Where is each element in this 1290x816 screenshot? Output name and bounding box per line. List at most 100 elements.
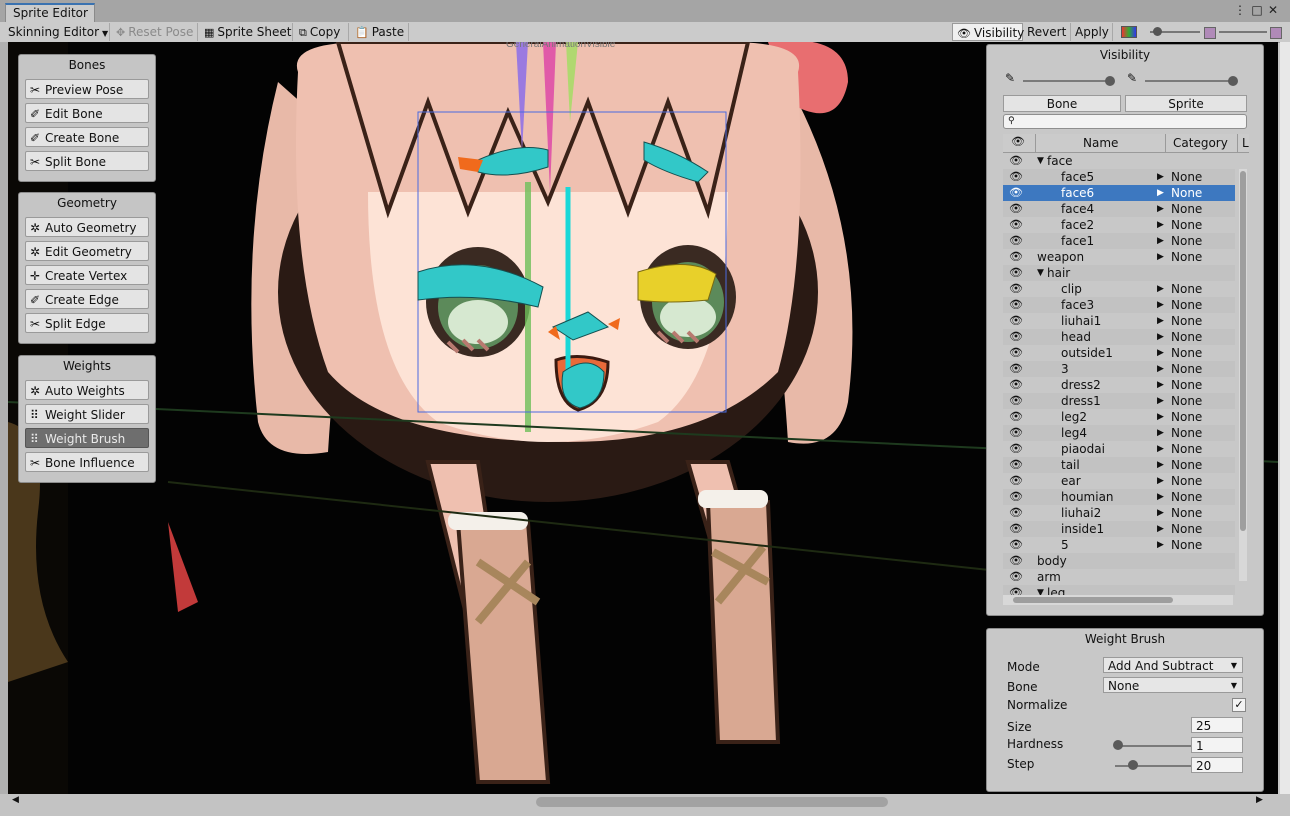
scroll-left-icon[interactable]: ◀: [12, 795, 19, 805]
visibility-horizontal-scrollbar[interactable]: [1003, 595, 1233, 605]
tree-row[interactable]: 👁 head ▶ None: [1003, 329, 1235, 345]
category-arrow-icon[interactable]: ▶: [1157, 393, 1164, 409]
tree-row[interactable]: 👁 inside1 ▶ None: [1003, 521, 1235, 537]
category-arrow-icon[interactable]: ▶: [1157, 233, 1164, 249]
tree-row[interactable]: 👁 face5 ▶ None: [1003, 169, 1235, 185]
eye-column-icon[interactable]: 👁: [1011, 135, 1025, 148]
tree-row[interactable]: 👁 leg2 ▶ None: [1003, 409, 1235, 425]
eye-icon[interactable]: 👁: [1009, 457, 1027, 473]
eye-icon[interactable]: 👁: [1009, 473, 1027, 489]
tree-row[interactable]: 👁 body: [1003, 553, 1235, 569]
horizontal-scroll-thumb[interactable]: [1013, 597, 1173, 603]
tree-row[interactable]: 👁 ear ▶ None: [1003, 473, 1235, 489]
eye-icon[interactable]: 👁: [1009, 361, 1027, 377]
column-l[interactable]: L: [1242, 136, 1249, 150]
weight-slider-button[interactable]: ⠿ Weight Slider: [25, 404, 149, 424]
copy-button[interactable]: ⧉ Copy: [295, 23, 349, 41]
eye-icon[interactable]: 👁: [1009, 505, 1027, 521]
bone-opacity-handle[interactable]: [1105, 76, 1115, 86]
bone-dropdown-field[interactable]: None ▼: [1103, 677, 1243, 693]
visibility-vertical-scrollbar[interactable]: [1239, 169, 1247, 581]
eye-icon[interactable]: 👁: [1009, 153, 1027, 169]
eye-icon[interactable]: 👁: [1009, 441, 1027, 457]
eye-icon[interactable]: 👁: [1009, 521, 1027, 537]
eye-icon[interactable]: 👁: [1009, 201, 1027, 217]
eye-icon[interactable]: 👁: [1009, 409, 1027, 425]
tree-row[interactable]: 👁 face4 ▶ None: [1003, 201, 1235, 217]
eye-icon[interactable]: 👁: [1009, 185, 1027, 201]
create-vertex-button[interactable]: ✛ Create Vertex: [25, 265, 149, 285]
expand-arrow-icon[interactable]: ▼: [1037, 265, 1044, 281]
category-arrow-icon[interactable]: ▶: [1157, 361, 1164, 377]
category-arrow-icon[interactable]: ▶: [1157, 441, 1164, 457]
mode-dropdown-field[interactable]: Add And Subtract ▼: [1103, 657, 1243, 673]
eye-icon[interactable]: 👁: [1009, 297, 1027, 313]
mesh-opacity-handle[interactable]: [1228, 76, 1238, 86]
tree-row[interactable]: 👁 leg4 ▶ None: [1003, 425, 1235, 441]
tree-row-category[interactable]: None: [1171, 505, 1202, 521]
tree-row[interactable]: 👁 face6 ▶ None: [1003, 185, 1235, 201]
category-arrow-icon[interactable]: ▶: [1157, 377, 1164, 393]
close-icon[interactable]: ✕: [1266, 3, 1280, 17]
tree-row-category[interactable]: None: [1171, 457, 1202, 473]
category-arrow-icon[interactable]: ▶: [1157, 345, 1164, 361]
eye-icon[interactable]: 👁: [1009, 233, 1027, 249]
paste-button[interactable]: 📋 Paste: [351, 23, 409, 41]
eye-icon[interactable]: 👁: [1009, 377, 1027, 393]
create-bone-button[interactable]: ✐ Create Bone: [25, 127, 149, 147]
revert-button[interactable]: Revert: [1023, 23, 1071, 41]
tree-row-category[interactable]: None: [1171, 441, 1202, 457]
category-arrow-icon[interactable]: ▶: [1157, 521, 1164, 537]
eye-icon[interactable]: 👁: [1009, 553, 1027, 569]
eye-icon[interactable]: 👁: [1009, 169, 1027, 185]
create-edge-button[interactable]: ✐ Create Edge: [25, 289, 149, 309]
category-arrow-icon[interactable]: ▶: [1157, 457, 1164, 473]
tree-row[interactable]: 👁 3 ▶ None: [1003, 361, 1235, 377]
tree-row-category[interactable]: None: [1171, 489, 1202, 505]
tree-row-category[interactable]: None: [1171, 185, 1202, 201]
split-bone-button[interactable]: ✂ Split Bone: [25, 151, 149, 171]
tree-row[interactable]: 👁 clip ▶ None: [1003, 281, 1235, 297]
edit-geometry-button[interactable]: ✲ Edit Geometry: [25, 241, 149, 261]
tree-row[interactable]: 👁 houmian ▶ None: [1003, 489, 1235, 505]
tree-row-category[interactable]: None: [1171, 409, 1202, 425]
edit-bone-button[interactable]: ✐ Edit Bone: [25, 103, 149, 123]
tree-row-category[interactable]: None: [1171, 281, 1202, 297]
category-arrow-icon[interactable]: ▶: [1157, 217, 1164, 233]
category-arrow-icon[interactable]: ▶: [1157, 409, 1164, 425]
tree-row[interactable]: 👁 tail ▶ None: [1003, 457, 1235, 473]
eye-icon[interactable]: 👁: [1009, 329, 1027, 345]
eye-icon[interactable]: 👁: [1009, 345, 1027, 361]
category-arrow-icon[interactable]: ▶: [1157, 169, 1164, 185]
tree-row[interactable]: 👁 ▼ leg: [1003, 585, 1235, 595]
tree-row[interactable]: 👁 outside1 ▶ None: [1003, 345, 1235, 361]
tree-row[interactable]: 👁 arm: [1003, 569, 1235, 585]
normalize-checkbox[interactable]: ✓: [1232, 698, 1246, 712]
tree-row[interactable]: 👁 weapon ▶ None: [1003, 249, 1235, 265]
canvas-scroll-thumb[interactable]: [536, 797, 888, 807]
eye-icon[interactable]: 👁: [1009, 265, 1027, 281]
tree-row-category[interactable]: None: [1171, 329, 1202, 345]
category-arrow-icon[interactable]: ▶: [1157, 201, 1164, 217]
zoom-slider-handle[interactable]: [1153, 27, 1162, 36]
category-arrow-icon[interactable]: ▶: [1157, 281, 1164, 297]
category-arrow-icon[interactable]: ▶: [1157, 313, 1164, 329]
window-tab[interactable]: Sprite Editor: [5, 3, 95, 22]
expand-arrow-icon[interactable]: ▼: [1037, 585, 1044, 595]
tree-row[interactable]: 👁 5 ▶ None: [1003, 537, 1235, 553]
tree-row-category[interactable]: None: [1171, 361, 1202, 377]
eye-icon[interactable]: 👁: [1009, 489, 1027, 505]
tab-bone[interactable]: Bone: [1003, 95, 1121, 112]
checker-icon-2[interactable]: [1270, 27, 1282, 39]
eye-icon[interactable]: 👁: [1009, 249, 1027, 265]
tree-row[interactable]: 👁 face1 ▶ None: [1003, 233, 1235, 249]
color-channel-icon[interactable]: [1121, 26, 1137, 38]
tree-row[interactable]: 👁 dress1 ▶ None: [1003, 393, 1235, 409]
tree-row-category[interactable]: None: [1171, 249, 1202, 265]
hardness-slider-handle[interactable]: [1113, 740, 1123, 750]
split-edge-button[interactable]: ✂ Split Edge: [25, 313, 149, 333]
tree-row-category[interactable]: None: [1171, 393, 1202, 409]
tree-row[interactable]: 👁 face3 ▶ None: [1003, 297, 1235, 313]
preview-pose-button[interactable]: ✂ Preview Pose: [25, 79, 149, 99]
tree-row-category[interactable]: None: [1171, 169, 1202, 185]
